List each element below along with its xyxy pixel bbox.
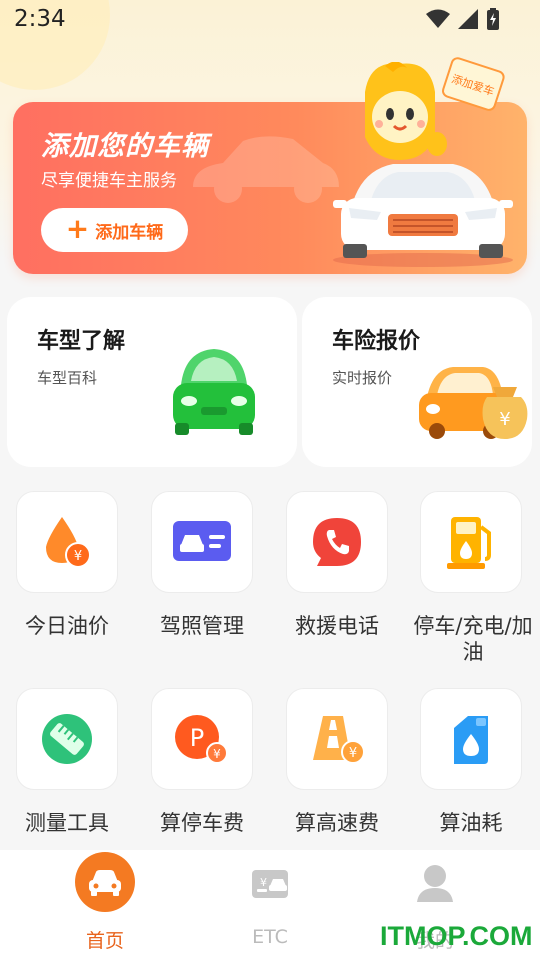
nav-etc[interactable]: ¥ ETC — [210, 850, 330, 960]
watermark: ITMOP.COM — [380, 921, 533, 951]
tool-measure-label: 测量工具 — [25, 811, 109, 835]
add-vehicle-label: 添加车辆 — [95, 222, 164, 243]
tool-parking-charging-fuel-label: 停车/充电/加油 — [413, 614, 533, 664]
parking-fee-icon: P ¥ — [175, 715, 228, 764]
svg-text:¥: ¥ — [260, 876, 267, 889]
tool-rescue-label: 救援电话 — [295, 614, 379, 638]
phone-call-icon — [313, 518, 361, 566]
tool-oil-price-box[interactable]: ¥ — [16, 491, 118, 593]
car-insurance-card[interactable]: 车险报价 实时报价 ¥ — [302, 297, 532, 467]
oil-drop-yuan-icon: ¥ — [46, 517, 91, 568]
nav-etc-label: ETC — [252, 926, 288, 948]
tool-parking-fee-box[interactable]: P ¥ — [151, 688, 253, 790]
add-vehicle-button[interactable]: + 添加车辆 — [41, 208, 188, 252]
tool-license[interactable]: 驾照管理 — [135, 491, 255, 681]
cellular-signal-icon — [458, 9, 478, 29]
sign-icon: 添加爱车 — [442, 57, 505, 111]
status-time: 2:34 — [14, 6, 66, 32]
user-icon — [417, 865, 453, 902]
white-car-illustration — [333, 164, 513, 267]
license-card-icon — [173, 521, 231, 561]
tool-fuel-consumption-box[interactable] — [420, 688, 522, 790]
status-bar: 2:34 — [0, 0, 540, 40]
card-subtitle-insurance: 实时报价 — [332, 369, 393, 387]
svg-text:¥: ¥ — [499, 409, 510, 430]
tool-oil-price[interactable]: ¥ 今日油价 — [0, 491, 120, 681]
tool-parking-fee-label: 算停车费 — [160, 811, 244, 835]
ruler-icon — [42, 714, 92, 764]
tool-measure-box[interactable] — [16, 688, 118, 790]
card-title-insurance: 车险报价 — [332, 329, 421, 354]
banner-subtitle: 尽享便捷车主服务 — [41, 171, 177, 191]
green-car-icon — [173, 349, 255, 435]
tool-license-box[interactable] — [151, 491, 253, 593]
tool-parking-charging-fuel-box[interactable] — [420, 491, 522, 593]
car-models-card[interactable]: 车型了解 车型百科 — [7, 297, 297, 467]
card-subtitle-models: 车型百科 — [37, 369, 98, 387]
wifi-icon — [426, 9, 450, 28]
tool-highway-fee-box[interactable]: ¥ — [286, 688, 388, 790]
banner-title: 添加您的车辆 — [41, 131, 209, 162]
mascot-sign: 添加爱车 — [440, 56, 506, 114]
card-title-models: 车型了解 — [37, 329, 126, 354]
nav-home[interactable]: 首页 — [45, 850, 165, 960]
etc-card-icon: ¥ — [252, 870, 288, 898]
car-icon — [75, 852, 135, 912]
fuel-pump-icon — [447, 517, 491, 569]
tool-fuel-consumption-label: 算油耗 — [439, 811, 503, 835]
tool-parking-charging-fuel[interactable]: 停车/充电/加油 — [404, 491, 533, 681]
svg-text:¥: ¥ — [213, 747, 221, 761]
svg-text:¥: ¥ — [74, 549, 82, 564]
nav-home-label: 首页 — [85, 930, 124, 952]
status-icons — [426, 8, 500, 30]
tool-highway-fee-label: 算高速费 — [295, 811, 379, 835]
highway-fee-icon: ¥ — [313, 716, 365, 764]
battery-icon — [487, 8, 499, 30]
fuel-tank-drop-icon — [454, 716, 488, 764]
orange-car-moneybag-icon: ¥ — [419, 367, 528, 439]
tool-rescue-box[interactable] — [286, 491, 388, 593]
tool-oil-price-label: 今日油价 — [25, 614, 109, 638]
tool-rescue[interactable]: 救援电话 — [270, 491, 390, 681]
plus-icon: + — [65, 211, 90, 245]
mascot-character — [365, 62, 447, 160]
svg-text:P: P — [190, 724, 204, 752]
svg-text:¥: ¥ — [349, 746, 357, 761]
tool-license-label: 驾照管理 — [160, 614, 244, 638]
